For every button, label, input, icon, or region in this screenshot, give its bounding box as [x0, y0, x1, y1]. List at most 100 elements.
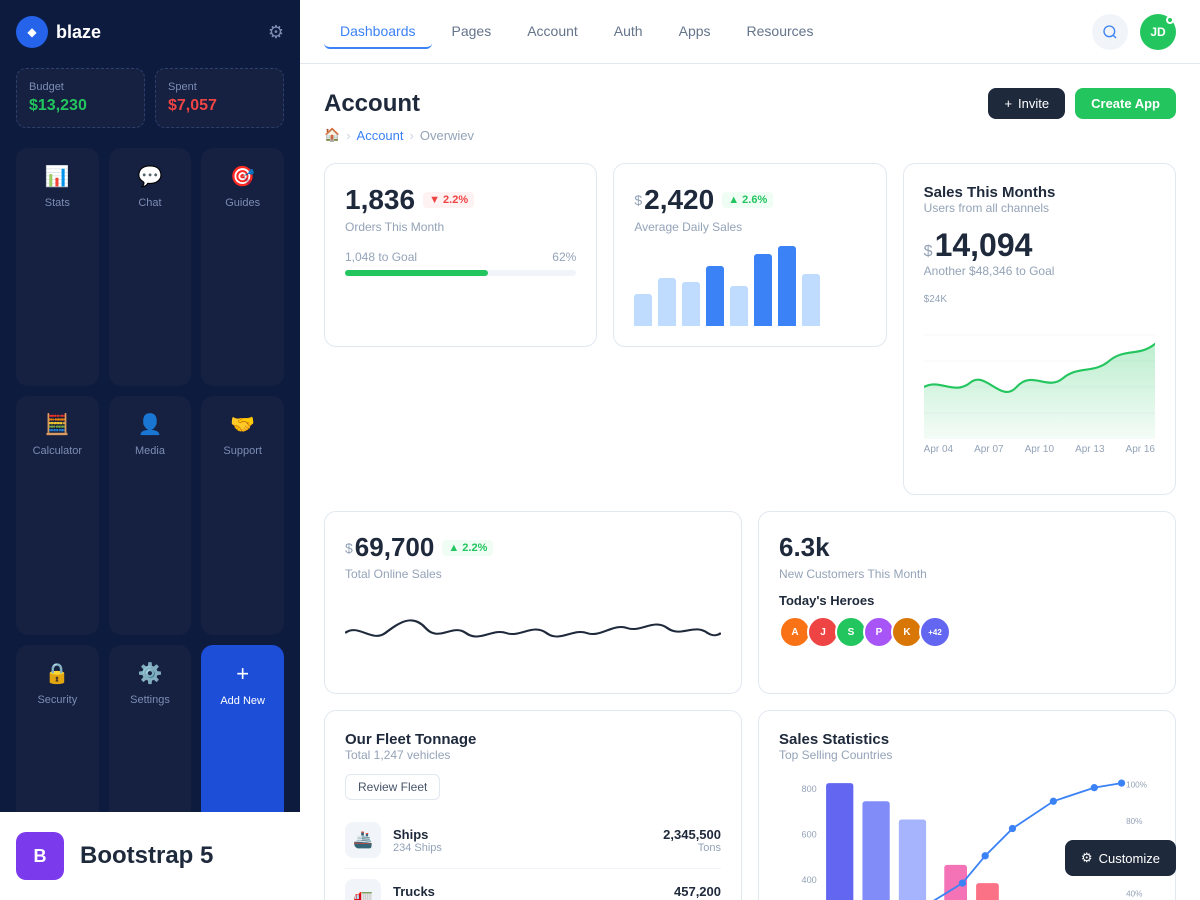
budget-value: $13,230 [29, 97, 132, 115]
bar-7 [778, 246, 796, 326]
security-icon: 🔒 [45, 661, 70, 686]
progress-goal-label: 1,048 to Goal [345, 250, 417, 264]
tab-dashboards[interactable]: Dashboards [324, 15, 432, 49]
spent-value: $7,057 [168, 97, 271, 115]
new-customers-card: 6.3k New Customers This Month Today's He… [758, 511, 1176, 694]
online-sales-label: Total Online Sales [345, 567, 721, 581]
online-sales-card: $ 69,700 ▲ 2.2% Total Online Sales [324, 511, 742, 694]
ships-icon: 🚢 [345, 822, 381, 858]
heroes-label: Today's Heroes [779, 593, 1155, 608]
sales-line-chart: $24K [924, 294, 1155, 474]
down-arrow-icon: ▼ [429, 194, 440, 206]
customize-icon: ⚙ [1081, 850, 1093, 866]
orders-value: 1,836 [345, 184, 415, 216]
ships-count: 234 Ships [393, 842, 663, 854]
menu-icon[interactable]: ⚙ [268, 22, 284, 43]
nav-label-guides: Guides [225, 197, 260, 209]
bar-5 [730, 286, 748, 326]
top-nav: Dashboards Pages Account Auth Apps Resou… [300, 0, 1200, 64]
budget-label: Budget [29, 81, 132, 93]
sales-stats-title: Sales Statistics [779, 731, 1155, 748]
daily-sales-value: 2,420 [644, 184, 714, 216]
nav-grid: 📊 Stats 💬 Chat 🎯 Guides 🧮 Calculator 👤 M… [16, 148, 284, 884]
nav-item-calculator[interactable]: 🧮 Calculator [16, 396, 99, 634]
plus-icon: + [1004, 96, 1012, 111]
bootstrap-icon: B [16, 832, 64, 880]
up-arrow-icon: ▲ [728, 194, 739, 206]
fleet-row-trucks: 🚛 Trucks 1,460 Trucks 457,200 Tons [345, 869, 721, 900]
nav-item-chat[interactable]: 💬 Chat [109, 148, 192, 386]
fleet-sub: Total 1,247 vehicles [345, 748, 721, 762]
breadcrumb-current: Overwiev [420, 128, 474, 143]
logo: ◆ blaze [16, 16, 101, 48]
svg-text:800: 800 [802, 784, 817, 794]
nav-item-stats[interactable]: 📊 Stats [16, 148, 99, 386]
review-fleet-button[interactable]: Review Fleet [345, 774, 440, 800]
bootstrap-badge: B Bootstrap 5 [0, 812, 300, 900]
orders-label: Orders This Month [345, 220, 576, 234]
chat-icon: 💬 [138, 164, 163, 189]
nav-label-add-new: Add New [220, 695, 265, 707]
nav-item-support[interactable]: 🤝 Support [201, 396, 284, 634]
sales-stats-chart: 800 600 400 200 [779, 774, 1155, 900]
svg-text:600: 600 [802, 830, 817, 840]
tab-pages[interactable]: Pages [436, 15, 508, 49]
tab-auth[interactable]: Auth [598, 15, 659, 49]
support-icon: 🤝 [230, 412, 255, 437]
create-app-button[interactable]: Create App [1075, 88, 1176, 119]
breadcrumb-home-icon[interactable]: 🏠 [324, 127, 340, 143]
main-content: Dashboards Pages Account Auth Apps Resou… [300, 0, 1200, 900]
fleet-title: Our Fleet Tonnage [345, 731, 721, 748]
progress-bar-bg [345, 270, 576, 276]
page-header: Account + Invite Create App [324, 88, 1176, 119]
stats-grid: 1,836 ▼ 2.2% Orders This Month 1,048 to … [324, 163, 1176, 495]
svg-text:400: 400 [802, 875, 817, 885]
tab-account[interactable]: Account [511, 15, 594, 49]
bootstrap-text: Bootstrap 5 [80, 842, 213, 870]
nav-item-media[interactable]: 👤 Media [109, 396, 192, 634]
bar-6 [754, 254, 772, 326]
nav-label-calculator: Calculator [33, 445, 83, 457]
invite-button[interactable]: + Invite [988, 88, 1065, 119]
ships-name: Ships [393, 827, 663, 842]
heroes-section: Today's Heroes A J S P K +42 [779, 593, 1155, 648]
bar-2 [658, 278, 676, 326]
new-customers-label: New Customers This Month [779, 567, 1155, 581]
customize-button[interactable]: ⚙ Customize [1065, 840, 1176, 876]
wave-svg [345, 593, 721, 673]
fleet-card: Our Fleet Tonnage Total 1,247 vehicles R… [324, 710, 742, 900]
guides-icon: 🎯 [230, 164, 255, 189]
hero-avatar-more: +42 [919, 616, 951, 648]
daily-sales-label: Average Daily Sales [634, 220, 865, 234]
breadcrumb-account[interactable]: Account [357, 128, 404, 143]
top-nav-links: Dashboards Pages Account Auth Apps Resou… [324, 15, 829, 49]
user-avatar[interactable]: JD [1140, 14, 1176, 50]
page-actions: + Invite Create App [988, 88, 1176, 119]
search-button[interactable] [1092, 14, 1128, 50]
daily-sales-card: $ 2,420 ▲ 2.6% Average Daily Sales [613, 163, 886, 347]
breadcrumb: 🏠 › Account › Overwiev [324, 127, 1176, 143]
add-new-icon: + [236, 661, 249, 687]
nav-item-guides[interactable]: 🎯 Guides [201, 148, 284, 386]
online-sales-badge: ▲ 2.2% [442, 540, 493, 556]
svg-text:80%: 80% [1126, 817, 1142, 826]
budget-card: Budget $13,230 [16, 68, 145, 128]
orders-progress: 1,048 to Goal 62% [345, 250, 576, 276]
trucks-name: Trucks [393, 884, 674, 899]
spent-label: Spent [168, 81, 271, 93]
nav-label-support: Support [223, 445, 262, 457]
tab-resources[interactable]: Resources [731, 15, 830, 49]
nav-label-stats: Stats [45, 197, 70, 209]
sales-big-value: 14,094 [935, 227, 1033, 264]
top-nav-right: JD [1092, 14, 1176, 50]
page-title: Account [324, 90, 420, 118]
nav-label-chat: Chat [138, 197, 161, 209]
bar-chart [634, 246, 865, 326]
tab-apps[interactable]: Apps [663, 15, 727, 49]
trucks-icon: 🚛 [345, 879, 381, 900]
sales-stats-sub: Top Selling Countries [779, 748, 1155, 762]
media-icon: 👤 [138, 412, 163, 437]
budget-cards: Budget $13,230 Spent $7,057 [16, 68, 284, 128]
bottom-grid: Our Fleet Tonnage Total 1,247 vehicles R… [324, 710, 1176, 900]
trucks-value: 457,200 [674, 884, 721, 899]
